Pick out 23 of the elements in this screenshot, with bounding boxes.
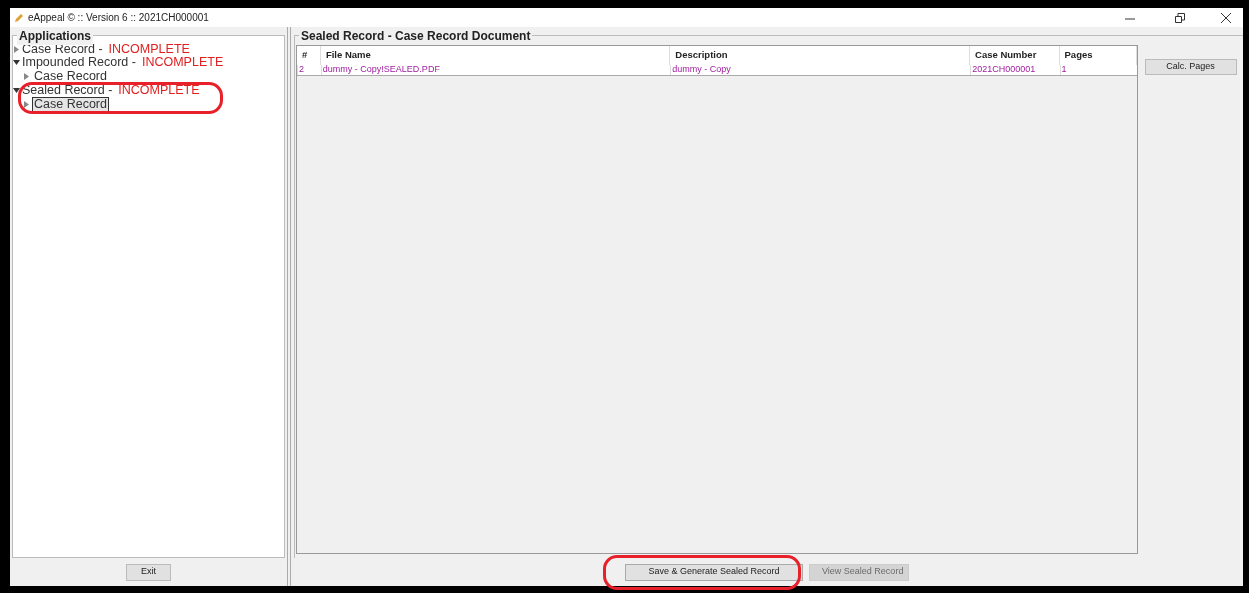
table-cell: 2021CH000001 — [970, 65, 1060, 75]
table-cell: 1 — [1059, 65, 1137, 75]
restore-icon[interactable] — [1175, 12, 1185, 23]
table-cell: 2 — [297, 65, 321, 75]
status-text: INCOMPLETE — [141, 56, 224, 69]
pencil-icon — [14, 12, 24, 23]
caret-right-icon[interactable] — [23, 101, 30, 108]
action-button[interactable]: Save & Generate Sealed Record — [625, 563, 803, 581]
caret-down-icon[interactable] — [13, 87, 20, 94]
table-cell: dummy - Copy — [670, 65, 971, 75]
caret-right-icon[interactable] — [13, 46, 20, 53]
status-text: INCOMPLETE — [108, 43, 190, 56]
caret-right-icon[interactable] — [23, 73, 30, 80]
tree-item[interactable]: Case Record — [32, 69, 109, 84]
window-title: eAppeal © :: Version 6 :: 2021CH000001 — [28, 11, 209, 25]
calc-pages-button[interactable]: Calc. Pages — [1144, 59, 1237, 75]
status-text: INCOMPLETE — [118, 84, 200, 97]
close-icon[interactable] — [1221, 12, 1231, 23]
table-cell: dummy - Copy!SEALED.PDF — [320, 65, 671, 75]
tree-item[interactable]: Impounded Record - INCOMPLETE — [13, 56, 284, 69]
tree-item-label: Impounded Record - — [22, 56, 136, 69]
exit-button[interactable]: Exit — [126, 563, 171, 581]
caret-down-icon[interactable] — [13, 59, 20, 66]
